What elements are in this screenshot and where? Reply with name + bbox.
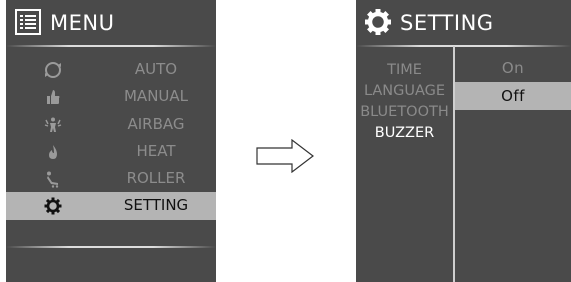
menu-header: MENU [6,0,216,44]
setting-header: SETTING [356,0,571,44]
menu-item-label: HEAT [136,141,176,160]
menu-item-setting[interactable]: SETTING [6,192,216,220]
menu-item-label: AIRBAG [127,114,185,133]
menu-item-manual[interactable]: MANUAL [6,83,216,110]
header-divider [6,45,216,47]
menu-screen: MENU AUTO MANUAL AIRBAG HEAT ROLLER SETT… [6,0,216,282]
footer-divider [6,246,216,248]
option-buzzer[interactable]: BUZZER [356,123,453,144]
setting-values: On Off [455,54,571,110]
right-arrow-icon [256,139,314,173]
option-language[interactable]: LANGUAGE [356,81,453,102]
menu-item-auto[interactable]: AUTO [6,56,216,83]
roller-icon [47,171,59,188]
auto-cycle-icon [45,62,61,78]
setting-screen: SETTING TIME LANGUAGE BLUETOOTH BUZZER O… [356,0,571,282]
menu-item-airbag[interactable]: AIRBAG [6,111,216,138]
hand-icon [47,90,60,105]
menu-item-heat[interactable]: HEAT [6,138,216,165]
option-time[interactable]: TIME [356,60,453,81]
menu-list-icon [15,9,41,35]
menu-title: MENU [50,11,115,35]
header-divider [356,45,571,47]
menu-item-label: ROLLER [126,169,186,188]
menu-item-roller[interactable]: ROLLER [6,165,216,192]
value-off[interactable]: Off [455,82,571,110]
menu-list: AUTO MANUAL AIRBAG HEAT ROLLER SETTING [6,56,216,220]
setting-title: SETTING [400,11,494,35]
airbag-person-icon [44,117,62,132]
option-bluetooth[interactable]: BLUETOOTH [356,102,453,123]
gear-icon [365,9,391,35]
setting-options: TIME LANGUAGE BLUETOOTH BUZZER [356,60,453,144]
value-on[interactable]: On [455,54,571,82]
menu-item-label: SETTING [123,196,189,215]
menu-item-label: AUTO [134,60,178,78]
flame-icon [49,144,57,159]
gear-icon [44,197,62,215]
menu-item-label: MANUAL [123,87,189,106]
